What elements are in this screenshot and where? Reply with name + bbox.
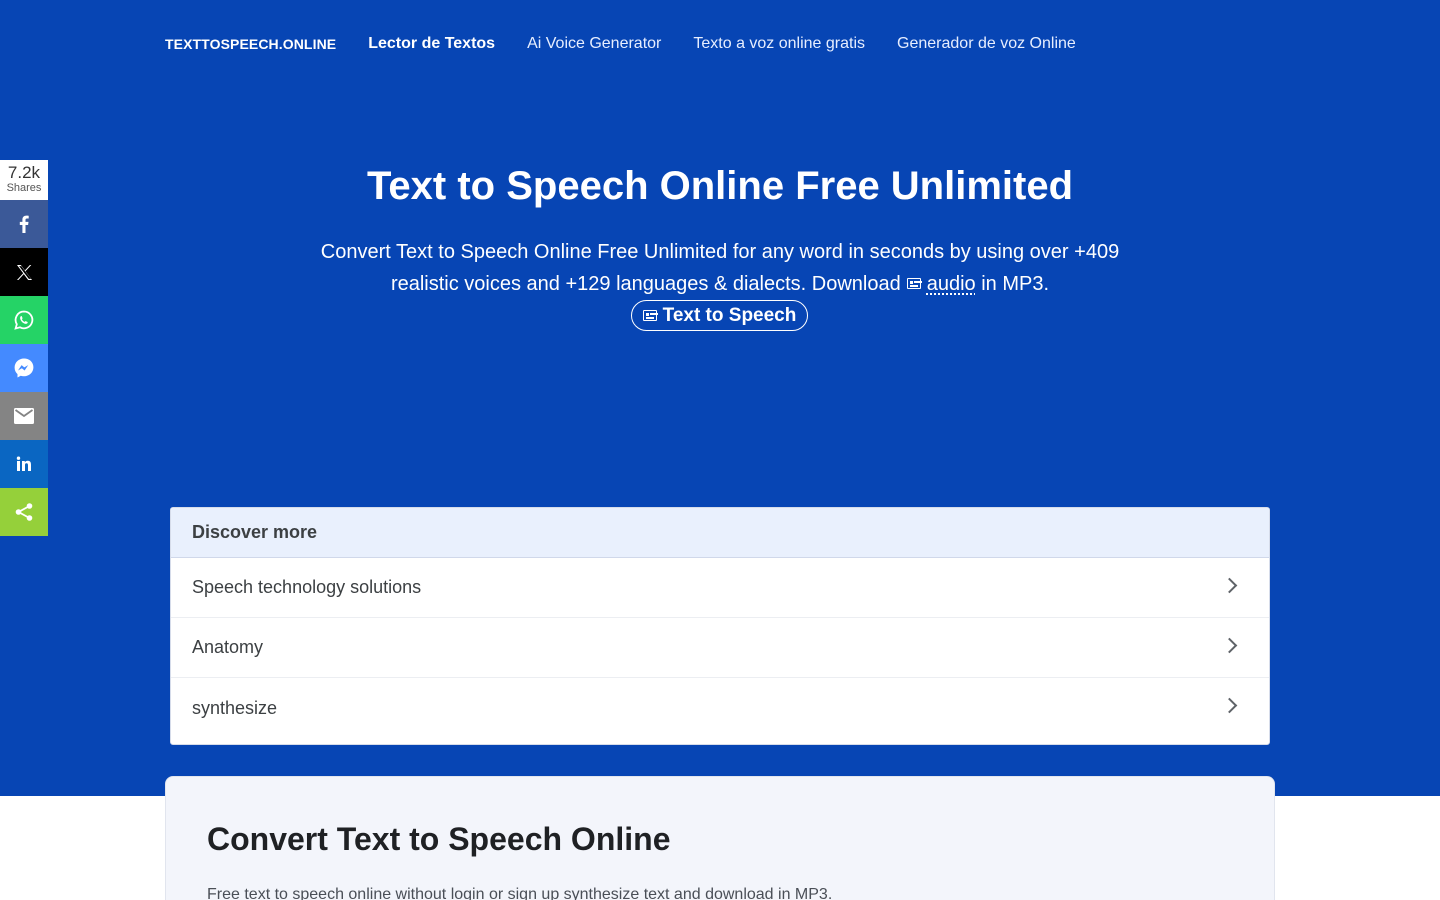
share-email-button[interactable]	[0, 392, 48, 440]
messenger-icon	[14, 358, 34, 378]
share-more-button[interactable]	[0, 488, 48, 536]
nav-link-ai-voice-generator[interactable]: Ai Voice Generator	[527, 35, 661, 53]
nav-link-texto-a-voz[interactable]: Texto a voz online gratis	[693, 35, 865, 53]
hero-description-line2a: realistic voices and +129 languages & di…	[390, 273, 901, 295]
newspaper-icon	[642, 310, 657, 321]
nav-link-lector-de-textos[interactable]: Lector de Textos	[368, 35, 495, 53]
hero-description-line2b: in MP3.	[981, 273, 1050, 295]
site-logo[interactable]: TEXTTOSPEECH.ONLINE	[165, 36, 336, 52]
linkedin-icon	[16, 456, 31, 471]
share-linkedin-button[interactable]	[0, 440, 48, 488]
top-nav: TEXTTOSPEECH.ONLINE Lector de Textos Ai …	[165, 34, 1108, 54]
share-count-value: 7.2k	[7, 163, 41, 182]
audio-link[interactable]: audio	[927, 273, 976, 295]
discover-item-speech-technology[interactable]: Speech technology solutions	[171, 558, 1269, 618]
share-whatsapp-button[interactable]	[0, 296, 48, 344]
discover-more-heading: Discover more	[171, 508, 1269, 558]
share-icon	[15, 503, 33, 521]
share-messenger-button[interactable]	[0, 344, 48, 392]
nav-link-generador-de-voz[interactable]: Generador de voz Online	[897, 35, 1076, 53]
chevron-right-icon	[1221, 577, 1238, 594]
text-to-speech-button-label: Text to Speech	[662, 304, 797, 326]
chevron-right-icon	[1221, 697, 1238, 714]
share-x-button[interactable]	[0, 248, 48, 296]
page-title: Text to Speech Online Free Unlimited	[366, 164, 1074, 208]
discover-item-synthesize[interactable]: synthesize	[171, 678, 1269, 738]
chevron-right-icon	[1221, 637, 1238, 654]
hero-description: Convert Text to Speech Online Free Unlim…	[300, 236, 1140, 300]
newspaper-icon	[906, 278, 921, 289]
facebook-icon	[19, 215, 29, 233]
share-count: 7.2k Shares	[0, 160, 48, 200]
discover-item-label: Anatomy	[192, 637, 264, 657]
share-count-label: Shares	[6, 182, 42, 194]
whatsapp-icon	[14, 310, 34, 330]
discover-more-panel: Discover more Speech technology solution…	[170, 507, 1270, 745]
hero-description-line1: Convert Text to Speech Online Free Unlim…	[320, 241, 1120, 263]
x-icon	[16, 264, 32, 280]
content-card: Convert Text to Speech Online Free text …	[165, 776, 1275, 900]
share-facebook-button[interactable]	[0, 200, 48, 248]
discover-item-label: synthesize	[192, 697, 278, 718]
text-to-speech-button[interactable]: Text to Speech	[631, 300, 808, 331]
content-intro: Free text to speech online without login…	[207, 886, 833, 900]
email-icon	[14, 408, 34, 424]
content-heading: Convert Text to Speech Online	[207, 821, 671, 857]
discover-item-label: Speech technology solutions	[192, 577, 422, 597]
discover-item-anatomy[interactable]: Anatomy	[171, 618, 1269, 678]
share-sidebar: 7.2k Shares	[0, 160, 48, 536]
